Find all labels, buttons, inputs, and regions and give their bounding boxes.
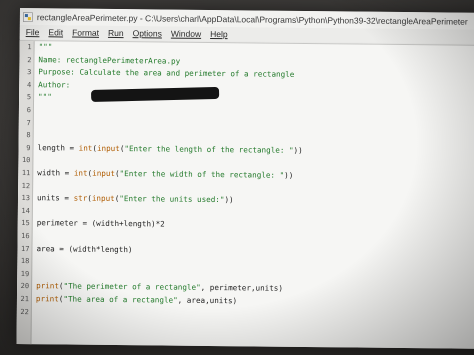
menu-options[interactable]: Options [133, 28, 162, 38]
line-number: 12 [21, 181, 31, 190]
line-number: 18 [20, 257, 30, 266]
menu-window[interactable]: Window [171, 29, 201, 39]
photo-background: rectangleAreaPerimeter.py - C:\Users\cha… [0, 0, 474, 355]
line-number: 6 [26, 106, 31, 115]
line-number: 5 [26, 93, 32, 102]
line-number: 19 [20, 269, 30, 278]
code-text: """ [38, 92, 52, 102]
menu-run[interactable]: Run [108, 28, 124, 38]
line-number: 4 [26, 80, 32, 89]
code-text: width = int(input("Enter the width of th… [37, 168, 294, 180]
line-number: 7 [26, 118, 31, 127]
menu-help[interactable]: Help [210, 29, 228, 39]
code-text: Purpose: Calculate the area and perimete… [38, 67, 295, 80]
code-editor[interactable]: 1 """ 2 Name: rectanglePerimeterArea.py 3 Pur… [16, 39, 474, 349]
line-number: 13 [21, 194, 31, 203]
line-number: 9 [26, 143, 31, 152]
line-number: 2 [27, 55, 32, 64]
code-text: area = (width*length) [36, 243, 133, 254]
code-text: print("The area of a rectangle", area,un… [35, 294, 238, 306]
line-number: 16 [21, 232, 30, 241]
line-number: 21 [20, 295, 29, 304]
window-title: rectangleAreaPerimeter.py - C:\Users\cha… [36, 11, 468, 27]
line-number: 20 [20, 282, 30, 291]
line-number: 3 [27, 68, 32, 77]
line-number: 15 [21, 219, 30, 228]
line-number: 22 [20, 307, 29, 316]
idle-editor-window: rectangleAreaPerimeter.py - C:\Users\cha… [16, 8, 474, 349]
line-number: 8 [26, 131, 31, 140]
code-text: Name: rectanglePerimeterArea.py [38, 54, 181, 66]
menu-file[interactable]: File [26, 27, 40, 37]
menu-format[interactable]: Format [72, 28, 99, 38]
line-number: 14 [21, 206, 30, 215]
python-file-icon [23, 11, 33, 22]
code-text: """ [38, 42, 53, 52]
code-text: length = int(input("Enter the length of … [37, 142, 303, 155]
code-text: Author: [38, 79, 71, 90]
line-number: 10 [21, 156, 31, 165]
code-text: print("The perimeter of a rectangle", pe… [36, 281, 284, 294]
line-number: 17 [21, 244, 30, 253]
line-number: 1 [27, 43, 32, 52]
line-number: 11 [21, 169, 31, 178]
code-text: units = str(input("Enter the units used:… [36, 193, 234, 205]
menu-edit[interactable]: Edit [48, 27, 63, 37]
code-text: perimeter = (width+length)*2 [36, 218, 165, 229]
code-line[interactable]: 22 [17, 307, 474, 322]
